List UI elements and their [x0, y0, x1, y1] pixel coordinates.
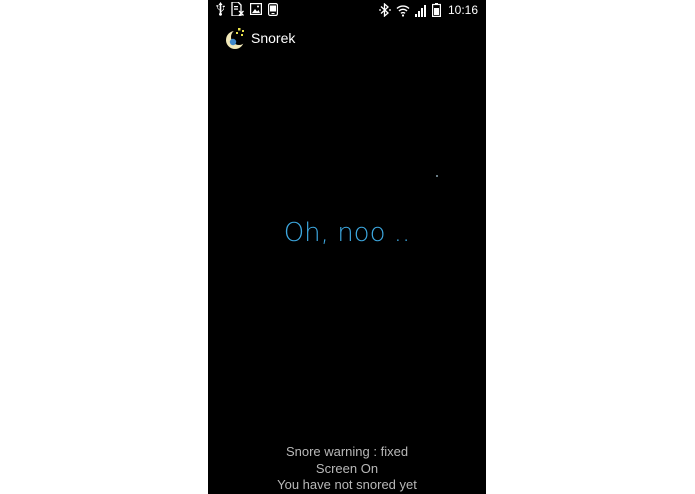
snore-status-text: You have not snored yet — [277, 477, 417, 492]
moon-app-icon[interactable] — [224, 26, 248, 50]
decorative-dot — [436, 175, 438, 177]
screen-state-text: Screen On — [315, 460, 379, 476]
bluetooth-icon — [379, 3, 391, 17]
battery-icon — [431, 3, 441, 17]
sim-card-icon — [231, 2, 244, 16]
footer-status: Snore warning : fixed Screen On You have… — [208, 444, 486, 494]
phone-screen: 10:16 Snorek Oh, noo .. Snore warning : … — [208, 0, 486, 494]
status-bar: 10:16 — [208, 0, 486, 20]
snore-warning-text: Snore warning : fixed — [285, 444, 409, 459]
usb-icon — [216, 2, 225, 16]
phone-icon — [268, 2, 278, 16]
signal-icon — [414, 4, 427, 17]
image-icon — [250, 3, 262, 15]
wifi-icon — [396, 4, 410, 17]
action-bar: Snorek — [208, 24, 486, 54]
status-clock: 10:16 — [447, 3, 478, 17]
status-message: Oh, noo .. — [283, 218, 411, 248]
app-title: Snorek — [251, 30, 296, 46]
